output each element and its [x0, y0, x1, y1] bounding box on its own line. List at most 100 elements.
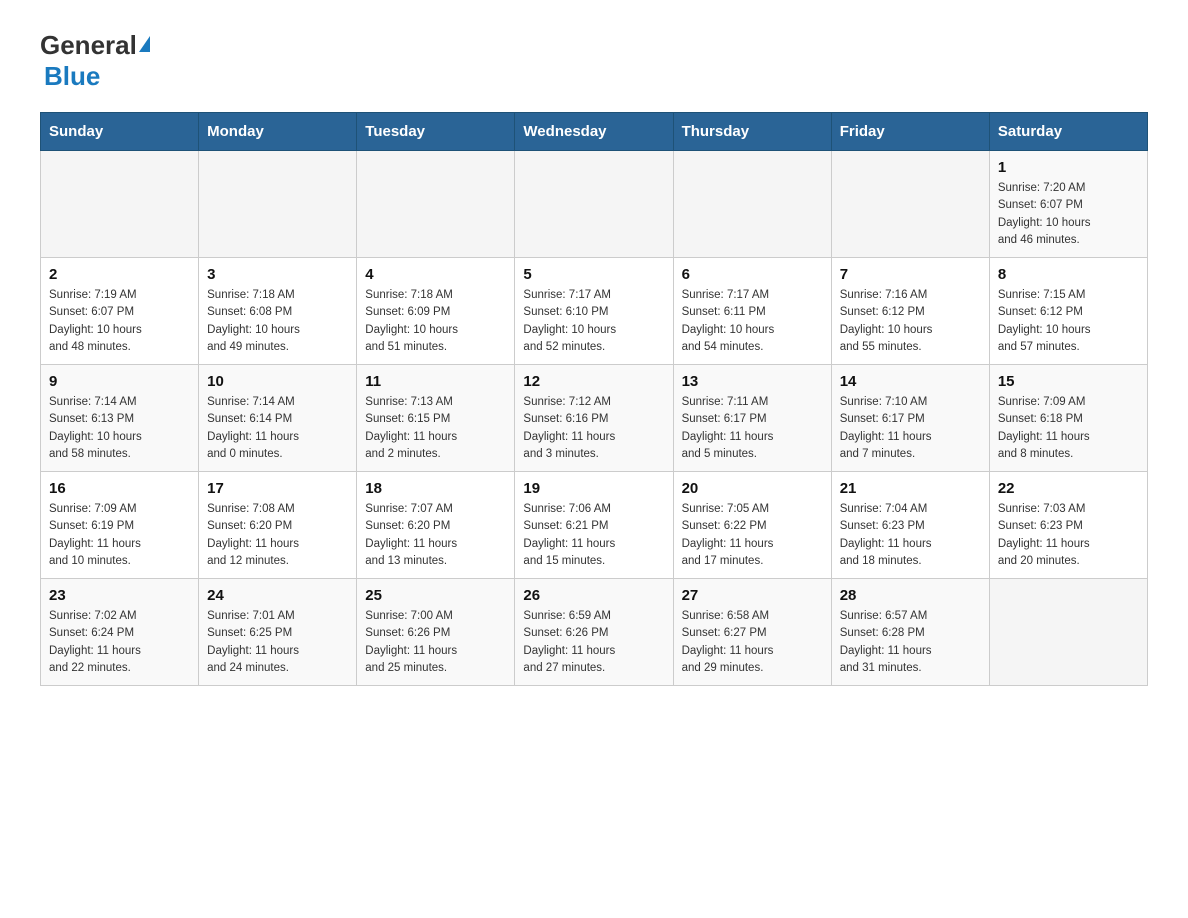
- day-info: Sunrise: 6:58 AM Sunset: 6:27 PM Dayligh…: [682, 608, 823, 677]
- week-row-2: 2 Sunrise: 7:19 AM Sunset: 6:07 PM Daylig…: [41, 258, 1148, 365]
- day-info: Sunrise: 6:59 AM Sunset: 6:26 PM Dayligh…: [523, 608, 664, 677]
- day-number: 3: [207, 266, 348, 283]
- day-cell: 21 Sunrise: 7:04 AM Sunset: 6:23 PM Dayli…: [831, 472, 989, 579]
- page-header: General Blue: [40, 30, 1148, 92]
- day-number: 8: [998, 266, 1139, 283]
- day-cell: 15 Sunrise: 7:09 AM Sunset: 6:18 PM Dayli…: [989, 365, 1147, 472]
- day-cell: 9 Sunrise: 7:14 AM Sunset: 6:13 PM Daylig…: [41, 365, 199, 472]
- day-number: 14: [840, 373, 981, 390]
- day-cell: 17 Sunrise: 7:08 AM Sunset: 6:20 PM Dayli…: [199, 472, 357, 579]
- day-cell: 27 Sunrise: 6:58 AM Sunset: 6:27 PM Dayli…: [673, 579, 831, 686]
- column-header-thursday: Thursday: [673, 113, 831, 151]
- day-cell: 13Sunrise: 7:11 AM Sunset: 6:17 PM Dayli…: [673, 365, 831, 472]
- day-number: 13: [682, 373, 823, 390]
- day-cell: 4Sunrise: 7:18 AM Sunset: 6:09 PM Daylig…: [357, 258, 515, 365]
- logo-triangle-icon: [139, 36, 150, 52]
- day-info: Sunrise: 7:19 AM Sunset: 6:07 PM Dayligh…: [49, 287, 190, 356]
- calendar-header: SundayMondayTuesdayWednesdayThursdayFrid…: [41, 113, 1148, 151]
- day-info: Sunrise: 7:00 AM Sunset: 6:26 PM Dayligh…: [365, 608, 506, 677]
- day-cell: [357, 151, 515, 258]
- day-cell: [41, 151, 199, 258]
- day-number: 15: [998, 373, 1139, 390]
- day-cell: 28 Sunrise: 6:57 AM Sunset: 6:28 PM Dayli…: [831, 579, 989, 686]
- day-info: Sunrise: 7:14 AM Sunset: 6:14 PM Dayligh…: [207, 394, 348, 463]
- day-info: Sunrise: 7:04 AM Sunset: 6:23 PM Dayligh…: [840, 501, 981, 570]
- day-number: 24: [207, 587, 348, 604]
- day-cell: [199, 151, 357, 258]
- day-cell: 24Sunrise: 7:01 AM Sunset: 6:25 PM Dayli…: [199, 579, 357, 686]
- day-number: 2: [49, 266, 190, 283]
- week-row-5: 23 Sunrise: 7:02 AM Sunset: 6:24 PM Dayli…: [41, 579, 1148, 686]
- logo-general-text: General: [40, 30, 137, 61]
- day-number: 11: [365, 373, 506, 390]
- day-number: 18: [365, 480, 506, 497]
- day-number: 17: [207, 480, 348, 497]
- day-cell: 2 Sunrise: 7:19 AM Sunset: 6:07 PM Daylig…: [41, 258, 199, 365]
- week-row-1: 1 Sunrise: 7:20 AM Sunset: 6:07 PM Daylig…: [41, 151, 1148, 258]
- day-number: 27: [682, 587, 823, 604]
- day-info: Sunrise: 7:17 AM Sunset: 6:11 PM Dayligh…: [682, 287, 823, 356]
- day-cell: 3 Sunrise: 7:18 AM Sunset: 6:08 PM Daylig…: [199, 258, 357, 365]
- column-header-monday: Monday: [199, 113, 357, 151]
- column-header-wednesday: Wednesday: [515, 113, 673, 151]
- day-cell: 7Sunrise: 7:16 AM Sunset: 6:12 PM Daylig…: [831, 258, 989, 365]
- day-cell: [831, 151, 989, 258]
- day-info: Sunrise: 7:10 AM Sunset: 6:17 PM Dayligh…: [840, 394, 981, 463]
- day-info: Sunrise: 7:09 AM Sunset: 6:19 PM Dayligh…: [49, 501, 190, 570]
- day-info: Sunrise: 7:18 AM Sunset: 6:08 PM Dayligh…: [207, 287, 348, 356]
- day-number: 9: [49, 373, 190, 390]
- day-cell: 25 Sunrise: 7:00 AM Sunset: 6:26 PM Dayli…: [357, 579, 515, 686]
- day-cell: 12Sunrise: 7:12 AM Sunset: 6:16 PM Dayli…: [515, 365, 673, 472]
- day-number: 25: [365, 587, 506, 604]
- day-number: 22: [998, 480, 1139, 497]
- day-number: 20: [682, 480, 823, 497]
- day-info: Sunrise: 7:05 AM Sunset: 6:22 PM Dayligh…: [682, 501, 823, 570]
- day-number: 7: [840, 266, 981, 283]
- column-header-sunday: Sunday: [41, 113, 199, 151]
- day-number: 23: [49, 587, 190, 604]
- day-info: Sunrise: 7:15 AM Sunset: 6:12 PM Dayligh…: [998, 287, 1139, 356]
- day-cell: 8 Sunrise: 7:15 AM Sunset: 6:12 PM Daylig…: [989, 258, 1147, 365]
- day-cell: 20 Sunrise: 7:05 AM Sunset: 6:22 PM Dayli…: [673, 472, 831, 579]
- day-info: Sunrise: 7:17 AM Sunset: 6:10 PM Dayligh…: [523, 287, 664, 356]
- day-info: Sunrise: 6:57 AM Sunset: 6:28 PM Dayligh…: [840, 608, 981, 677]
- calendar-table: SundayMondayTuesdayWednesdayThursdayFrid…: [40, 112, 1148, 686]
- day-cell: 10 Sunrise: 7:14 AM Sunset: 6:14 PM Dayli…: [199, 365, 357, 472]
- logo: General Blue: [40, 30, 150, 92]
- day-number: 21: [840, 480, 981, 497]
- day-number: 5: [523, 266, 664, 283]
- day-cell: 22Sunrise: 7:03 AM Sunset: 6:23 PM Dayli…: [989, 472, 1147, 579]
- day-info: Sunrise: 7:14 AM Sunset: 6:13 PM Dayligh…: [49, 394, 190, 463]
- day-cell: 26 Sunrise: 6:59 AM Sunset: 6:26 PM Dayli…: [515, 579, 673, 686]
- week-row-4: 16 Sunrise: 7:09 AM Sunset: 6:19 PM Dayli…: [41, 472, 1148, 579]
- day-info: Sunrise: 7:06 AM Sunset: 6:21 PM Dayligh…: [523, 501, 664, 570]
- day-info: Sunrise: 7:02 AM Sunset: 6:24 PM Dayligh…: [49, 608, 190, 677]
- day-info: Sunrise: 7:07 AM Sunset: 6:20 PM Dayligh…: [365, 501, 506, 570]
- day-info: Sunrise: 7:09 AM Sunset: 6:18 PM Dayligh…: [998, 394, 1139, 463]
- day-cell: 23 Sunrise: 7:02 AM Sunset: 6:24 PM Dayli…: [41, 579, 199, 686]
- day-cell: [673, 151, 831, 258]
- day-number: 16: [49, 480, 190, 497]
- day-cell: 14 Sunrise: 7:10 AM Sunset: 6:17 PM Dayli…: [831, 365, 989, 472]
- day-number: 10: [207, 373, 348, 390]
- column-header-tuesday: Tuesday: [357, 113, 515, 151]
- day-cell: 5 Sunrise: 7:17 AM Sunset: 6:10 PM Daylig…: [515, 258, 673, 365]
- day-info: Sunrise: 7:12 AM Sunset: 6:16 PM Dayligh…: [523, 394, 664, 463]
- header-row: SundayMondayTuesdayWednesdayThursdayFrid…: [41, 113, 1148, 151]
- day-cell: 6 Sunrise: 7:17 AM Sunset: 6:11 PM Daylig…: [673, 258, 831, 365]
- day-cell: 19 Sunrise: 7:06 AM Sunset: 6:21 PM Dayli…: [515, 472, 673, 579]
- day-cell: 1 Sunrise: 7:20 AM Sunset: 6:07 PM Daylig…: [989, 151, 1147, 258]
- day-number: 6: [682, 266, 823, 283]
- day-cell: 16 Sunrise: 7:09 AM Sunset: 6:19 PM Dayli…: [41, 472, 199, 579]
- column-header-friday: Friday: [831, 113, 989, 151]
- day-info: Sunrise: 7:20 AM Sunset: 6:07 PM Dayligh…: [998, 180, 1139, 249]
- day-number: 19: [523, 480, 664, 497]
- day-number: 1: [998, 159, 1139, 176]
- day-number: 26: [523, 587, 664, 604]
- day-info: Sunrise: 7:08 AM Sunset: 6:20 PM Dayligh…: [207, 501, 348, 570]
- day-info: Sunrise: 7:13 AM Sunset: 6:15 PM Dayligh…: [365, 394, 506, 463]
- week-row-3: 9 Sunrise: 7:14 AM Sunset: 6:13 PM Daylig…: [41, 365, 1148, 472]
- day-number: 28: [840, 587, 981, 604]
- logo-blue-text: Blue: [44, 61, 100, 92]
- day-info: Sunrise: 7:18 AM Sunset: 6:09 PM Dayligh…: [365, 287, 506, 356]
